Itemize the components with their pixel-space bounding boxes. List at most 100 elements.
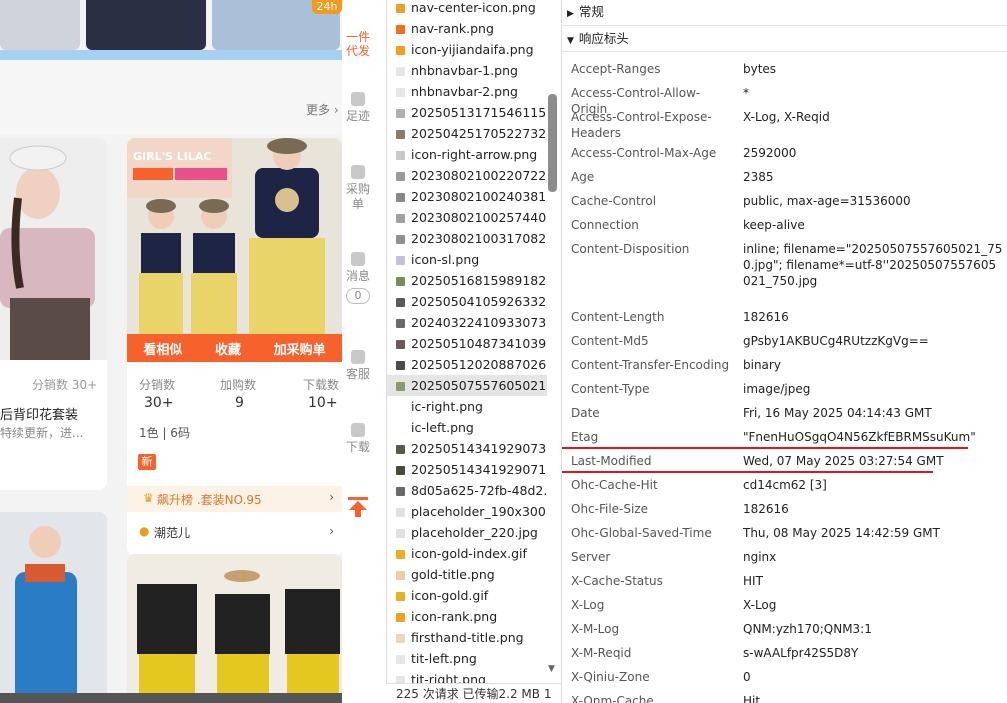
request-row[interactable]: 20250514341929071... <box>387 459 547 480</box>
file-type-icon <box>396 508 405 517</box>
request-row[interactable]: 20230802100240381... <box>387 186 547 207</box>
request-row[interactable]: nav-rank.png <box>387 18 547 39</box>
purchase-list-label: 采购单 <box>346 182 371 211</box>
request-row[interactable]: 20250514341929073... <box>387 438 547 459</box>
header-key: Access-Control-Max-Age <box>571 146 717 160</box>
stat-label: 加购数 <box>220 378 257 392</box>
request-row[interactable]: 20250425170522732... <box>387 123 547 144</box>
file-type-icon <box>396 634 405 643</box>
request-row[interactable]: 20250513171546115... <box>387 102 547 123</box>
request-name: placeholder_220.jpg <box>411 525 538 540</box>
request-row[interactable]: icon-yijiandaifa.png <box>387 39 547 60</box>
product-card[interactable] <box>0 512 107 703</box>
spec-info: 1色 | 6码 <box>139 426 190 440</box>
header-key: Content-Md5 <box>571 334 649 348</box>
file-type-icon <box>396 403 405 412</box>
request-row[interactable]: 20250504105926332... <box>387 291 547 312</box>
daifa-button[interactable]: 一件代发 <box>342 30 374 58</box>
section-response-headers[interactable]: ▼ 响应标头 <box>562 27 1007 51</box>
request-row[interactable]: nav-center-icon.png <box>387 0 547 18</box>
section-general[interactable]: ▶ 常规 <box>562 0 1007 24</box>
request-row[interactable]: icon-sl.png <box>387 249 547 270</box>
request-row[interactable]: icon-gold-index.gif <box>387 543 547 564</box>
header-value: s-wAALfpr42S5D8Y <box>743 646 859 660</box>
request-row[interactable]: placeholder_220.jpg <box>387 522 547 543</box>
list-scrollbar-thumb[interactable] <box>548 94 557 192</box>
request-row[interactable]: 20230802100220722... <box>387 165 547 186</box>
request-row[interactable]: 20250516815989182... <box>387 270 547 291</box>
request-row[interactable]: 20240322410933073... <box>387 312 547 333</box>
divider <box>562 25 1007 26</box>
divider <box>562 51 1007 52</box>
rank-text: 飙升榜 .套装NO.95 <box>157 493 262 507</box>
download-button[interactable]: 下载 <box>342 423 374 455</box>
rank-row[interactable]: ♛ 飙升榜 .套装NO.95 › <box>127 486 342 512</box>
file-type-icon <box>396 67 405 76</box>
product-thumb[interactable] <box>0 0 80 50</box>
scroll-down-arrow-icon[interactable]: ▼ <box>548 664 558 674</box>
header-value: "FnenHuOSgqO4N56ZkfEBRMSsuKum" <box>743 430 976 444</box>
request-name: 20230802100317082... <box>411 231 547 246</box>
favorite-button[interactable]: 收藏 <box>215 339 241 358</box>
network-request-list: nav-center-icon.png nav-rank.png icon-yiji… <box>386 0 561 703</box>
header-key: X-Qnm-Cache <box>571 694 654 703</box>
header-key: Server <box>571 550 611 564</box>
request-row[interactable]: ic-right.png <box>387 396 547 417</box>
grid-icon <box>351 423 365 437</box>
product-title[interactable]: 后背印花套装 <box>0 404 78 423</box>
request-name: nhbnavbar-2.png <box>411 84 518 99</box>
request-row[interactable]: placeholder_190x300... <box>387 501 547 522</box>
file-type-icon <box>396 361 405 370</box>
request-row[interactable]: icon-rank.png <box>387 606 547 627</box>
request-row[interactable]: icon-gold.gif <box>387 585 547 606</box>
add-to-cart-button[interactable]: 加采购单 <box>274 339 326 358</box>
back-to-top-button[interactable] <box>342 496 374 518</box>
more-link[interactable]: 更多 › <box>306 101 339 118</box>
request-row[interactable]: 20250510487341039... <box>387 333 547 354</box>
product-card[interactable] <box>127 554 342 703</box>
request-row[interactable]: firsthand-title.png <box>387 627 547 648</box>
file-type-icon <box>396 445 405 454</box>
request-name: ic-left.png <box>411 420 474 435</box>
brand-row[interactable]: ● 潮范儿 › <box>127 520 342 546</box>
header-key: X-Qiniu-Zone <box>571 670 650 684</box>
header-key: Cache-Control <box>571 194 657 208</box>
request-row[interactable]: 20230802100257440... <box>387 207 547 228</box>
header-key: X-Cache-Status <box>571 574 663 588</box>
request-row[interactable]: nhbnavbar-1.png <box>387 60 547 81</box>
header-value: 2592000 <box>743 146 797 160</box>
request-name: tit-left.png <box>411 651 477 666</box>
request-row[interactable]: nhbnavbar-2.png <box>387 81 547 102</box>
request-row[interactable]: icon-right-arrow.png <box>387 144 547 165</box>
footprint-button[interactable]: 足迹 <box>342 92 374 124</box>
request-row[interactable]: 20230802100317082... <box>387 228 547 249</box>
header-key: Ohc-File-Size <box>571 502 649 516</box>
header-value: image/jpeg <box>743 382 811 396</box>
product-card-hovered[interactable]: GIRL'S LILAC 看相似 收藏 加采购单 分销数 30+ 加购数 9 下… <box>127 138 342 556</box>
header-value: HIT <box>743 574 763 588</box>
request-row[interactable]: ic-left.png <box>387 417 547 438</box>
bottom-bar <box>0 693 344 703</box>
purchase-list-button[interactable]: 采购单 <box>342 165 374 212</box>
request-row[interactable]: 8d05a625-72fb-48d2... <box>387 480 547 501</box>
product-card[interactable]: 分销数 30+ 后背印花套装 特续更新，进... <box>0 138 107 490</box>
stat-label: 下载数 <box>303 378 340 392</box>
request-name: 20250512020887026... <box>411 357 547 372</box>
file-type-icon <box>396 46 405 55</box>
product-thumb[interactable] <box>86 0 206 50</box>
header-value: nginx <box>743 550 777 564</box>
header-key: Date <box>571 406 600 420</box>
file-type-icon <box>396 487 405 496</box>
messages-button[interactable]: 消息 0 <box>342 252 374 304</box>
customer-service-button[interactable]: 客服 <box>342 350 374 382</box>
header-value: Fri, 16 May 2025 04:14:43 GMT <box>743 406 932 420</box>
request-row[interactable]: gold-title.png <box>387 564 547 585</box>
request-row[interactable]: 20250512020887026... <box>387 354 547 375</box>
request-row-selected[interactable]: 20250507557605021... <box>387 375 547 396</box>
header-key: Last-Modified <box>571 454 652 468</box>
find-similar-button[interactable]: 看相似 <box>143 339 182 358</box>
request-row[interactable]: tit-left.png <box>387 648 547 669</box>
badge-24h: 24h <box>312 0 342 14</box>
product-image <box>0 512 107 703</box>
request-name: 20250516815989182... <box>411 273 547 288</box>
